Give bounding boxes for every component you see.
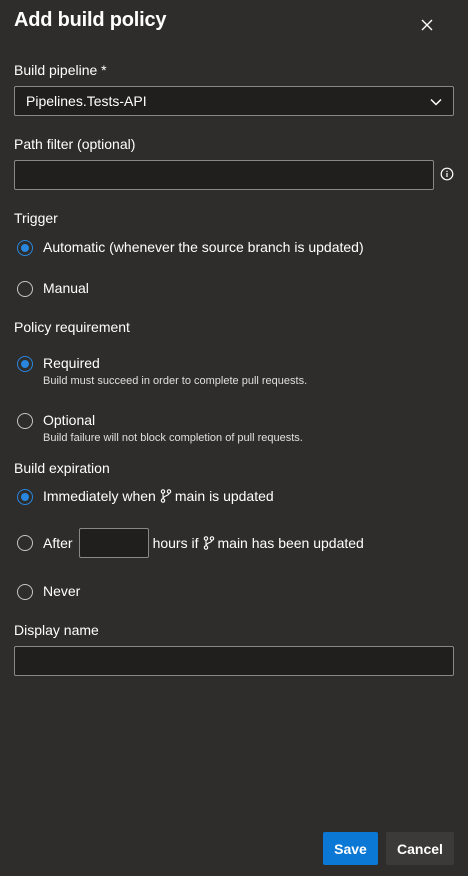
dialog-title: Add build policy: [14, 9, 167, 31]
radio-checked[interactable]: [17, 240, 33, 256]
trigger-automatic-label: Automatic (whenever the source branch is…: [43, 239, 364, 255]
expiration-after-prefix: After: [43, 535, 73, 551]
branch-icon: [203, 536, 214, 550]
requirement-required-label: Required: [43, 355, 100, 371]
requirement-required-option[interactable]: Required Build must succeed in order to …: [17, 355, 307, 387]
info-icon[interactable]: [440, 167, 454, 181]
expiration-immediately-option[interactable]: Immediately when main is updated: [17, 488, 274, 505]
close-button[interactable]: [413, 11, 441, 39]
requirement-optional-option[interactable]: Optional Build failure will not block co…: [17, 412, 303, 444]
radio-checked[interactable]: [17, 356, 33, 372]
expiration-never-label: Never: [43, 583, 81, 599]
requirement-label: Policy requirement: [14, 319, 130, 335]
trigger-label: Trigger: [14, 210, 58, 226]
radio-unchecked[interactable]: [17, 413, 33, 429]
expiration-after-option[interactable]: After hours if main has been updated: [17, 528, 364, 558]
expiration-after-suffix: main has been updated: [217, 535, 364, 551]
expiration-immediately-prefix: Immediately when: [43, 488, 156, 504]
branch-icon: [160, 489, 172, 503]
radio-unchecked[interactable]: [17, 281, 33, 297]
expiration-hours-input[interactable]: [78, 528, 149, 558]
expiration-never-option[interactable]: Never: [17, 583, 80, 600]
cancel-button[interactable]: Cancel: [386, 832, 454, 865]
display-name-input[interactable]: [14, 646, 454, 676]
requirement-optional-description: Build failure will not block completion …: [43, 432, 303, 444]
close-icon: [421, 19, 433, 31]
expiration-after-middle: hours if: [152, 535, 199, 551]
path-filter-input[interactable]: [14, 160, 434, 190]
add-build-policy-panel: Add build policy Build pipeline * Pipeli…: [0, 0, 468, 876]
trigger-manual-option[interactable]: Manual: [17, 280, 89, 297]
expiration-label: Build expiration: [14, 460, 110, 476]
pipeline-label: Build pipeline *: [14, 62, 107, 78]
trigger-manual-label: Manual: [43, 280, 89, 296]
radio-checked[interactable]: [17, 489, 33, 505]
radio-unchecked[interactable]: [17, 535, 33, 551]
pipeline-dropdown[interactable]: Pipelines.Tests-API: [14, 86, 454, 116]
save-button[interactable]: Save: [323, 832, 378, 865]
trigger-automatic-option[interactable]: Automatic (whenever the source branch is…: [17, 239, 364, 256]
path-filter-label: Path filter (optional): [14, 136, 136, 152]
requirement-required-description: Build must succeed in order to complete …: [43, 375, 308, 387]
radio-unchecked[interactable]: [17, 584, 33, 600]
expiration-immediately-suffix: main is updated: [174, 488, 274, 504]
pipeline-selected-value: Pipelines.Tests-API: [26, 93, 147, 109]
requirement-optional-label: Optional: [43, 412, 96, 428]
chevron-down-icon: [430, 98, 442, 106]
display-name-label: Display name: [14, 622, 99, 638]
